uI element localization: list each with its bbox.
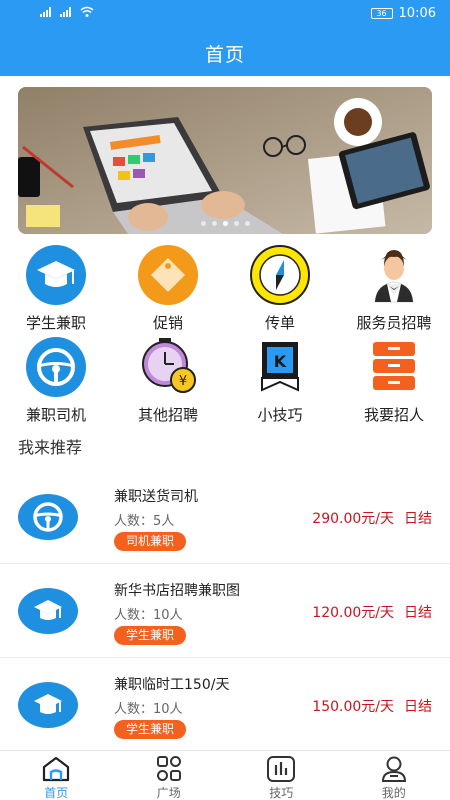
graduation-cap-icon [26,245,86,305]
job-settlement: 日结 [404,511,432,527]
nav-item-home[interactable]: 首页 [0,751,113,800]
app-header: 36 10:06 首页 [0,0,450,76]
category-label: 服务员招聘 [356,314,432,332]
category-post-job[interactable]: 我要招人 [338,336,450,425]
category-label: 学生兼职 [25,314,86,332]
carousel-dot[interactable] [244,221,250,226]
category-other-recruit[interactable]: ¥ 其他招聘 [112,336,224,425]
status-bar: 36 10:06 [0,0,450,28]
bottom-nav: 首页 广场 技巧 我的 [0,750,450,800]
category-student-parttime[interactable]: 学生兼职 [0,244,112,333]
graduation-cap-icon [18,588,78,634]
wifi-icon [80,6,94,17]
job-pay: 290.00元/天 日结 [312,508,432,528]
nav-label: 我的 [381,786,406,800]
job-list-item[interactable]: 兼职送货司机 人数：5人 司机兼职 290.00元/天 日结 [0,470,450,564]
carousel-dot[interactable] [233,221,239,226]
category-promotion[interactable]: 促销 [112,244,224,333]
job-pay: 150.00元/天 日结 [312,696,432,716]
category-label: 兼职司机 [25,406,86,424]
page-title: 首页 [204,44,245,66]
carousel-dots [18,221,432,226]
job-category-tag: 学生兼职 [114,720,187,739]
category-label: 传单 [264,314,295,332]
battery-icon: 36 [370,8,393,19]
svg-text:K: K [274,352,287,371]
banner-image [18,87,432,234]
category-waiter-recruit[interactable]: 服务员招聘 [338,244,450,333]
steering-wheel-icon [26,337,86,397]
svg-text:¥: ¥ [179,374,187,389]
carousel-dot[interactable] [200,221,206,226]
job-headcount: 人数：10人 [114,702,183,717]
status-time: 10:06 [398,6,436,21]
user-icon [381,756,406,782]
job-title: 兼职临时工150/天 [114,677,230,693]
job-category-tag: 学生兼职 [114,626,187,645]
job-list-item[interactable]: 新华书店招聘兼职图 人数：10人 学生兼职 120.00元/天 日结 [0,564,450,658]
graduation-cap-icon [18,682,78,728]
chart-icon [267,756,296,782]
job-pay-amount: 150.00元/天 [312,699,394,715]
category-label: 我要招人 [363,406,424,424]
job-title: 兼职送货司机 [114,489,198,505]
nav-label: 技巧 [269,786,294,800]
grid-icon [156,756,181,781]
job-settlement: 日结 [404,699,432,715]
waiter-icon [374,250,414,303]
banner-carousel[interactable] [18,87,432,234]
category-label: 小技巧 [257,406,303,424]
job-settlement: 日结 [404,605,432,621]
nav-item-square[interactable]: 广场 [113,751,226,800]
category-tips[interactable]: K 小技巧 [224,336,336,425]
job-title: 新华书店招聘兼职图 [114,583,240,599]
nav-item-tips[interactable]: 技巧 [225,751,338,800]
carousel-dot[interactable] [211,221,217,226]
nav-item-mine[interactable]: 我的 [338,751,450,800]
signal-icon [60,7,71,17]
job-headcount: 人数：10人 [114,608,183,623]
carousel-dot-active[interactable] [222,221,228,226]
steering-wheel-icon [18,494,78,540]
price-tag-icon [138,245,198,305]
category-label: 促销 [152,314,183,332]
job-pay-amount: 290.00元/天 [312,511,394,527]
signal-icon [40,7,51,17]
compass-icon [250,245,310,305]
job-category-tag: 司机兼职 [114,532,187,551]
category-driver-parttime[interactable]: 兼职司机 [0,336,112,425]
job-list-item[interactable]: 兼职临时工150/天 人数：10人 学生兼职 150.00元/天 日结 [0,658,450,752]
job-pay-amount: 120.00元/天 [312,605,394,621]
category-label: 其他招聘 [137,406,198,424]
status-right: 36 10:06 [370,6,436,21]
bookmark-k-icon: K [261,342,299,392]
clock-yen-icon: ¥ [142,338,196,393]
job-headcount: 人数：5人 [114,514,175,529]
nav-label: 广场 [156,786,181,800]
section-title: 我来推荐 [18,438,83,457]
drawer-cabinet-icon [373,342,415,390]
nav-label: 首页 [44,786,69,800]
job-pay: 120.00元/天 日结 [312,602,432,622]
home-icon [43,756,70,782]
category-flyer[interactable]: 传单 [224,244,336,333]
signal-indicators [40,6,94,17]
